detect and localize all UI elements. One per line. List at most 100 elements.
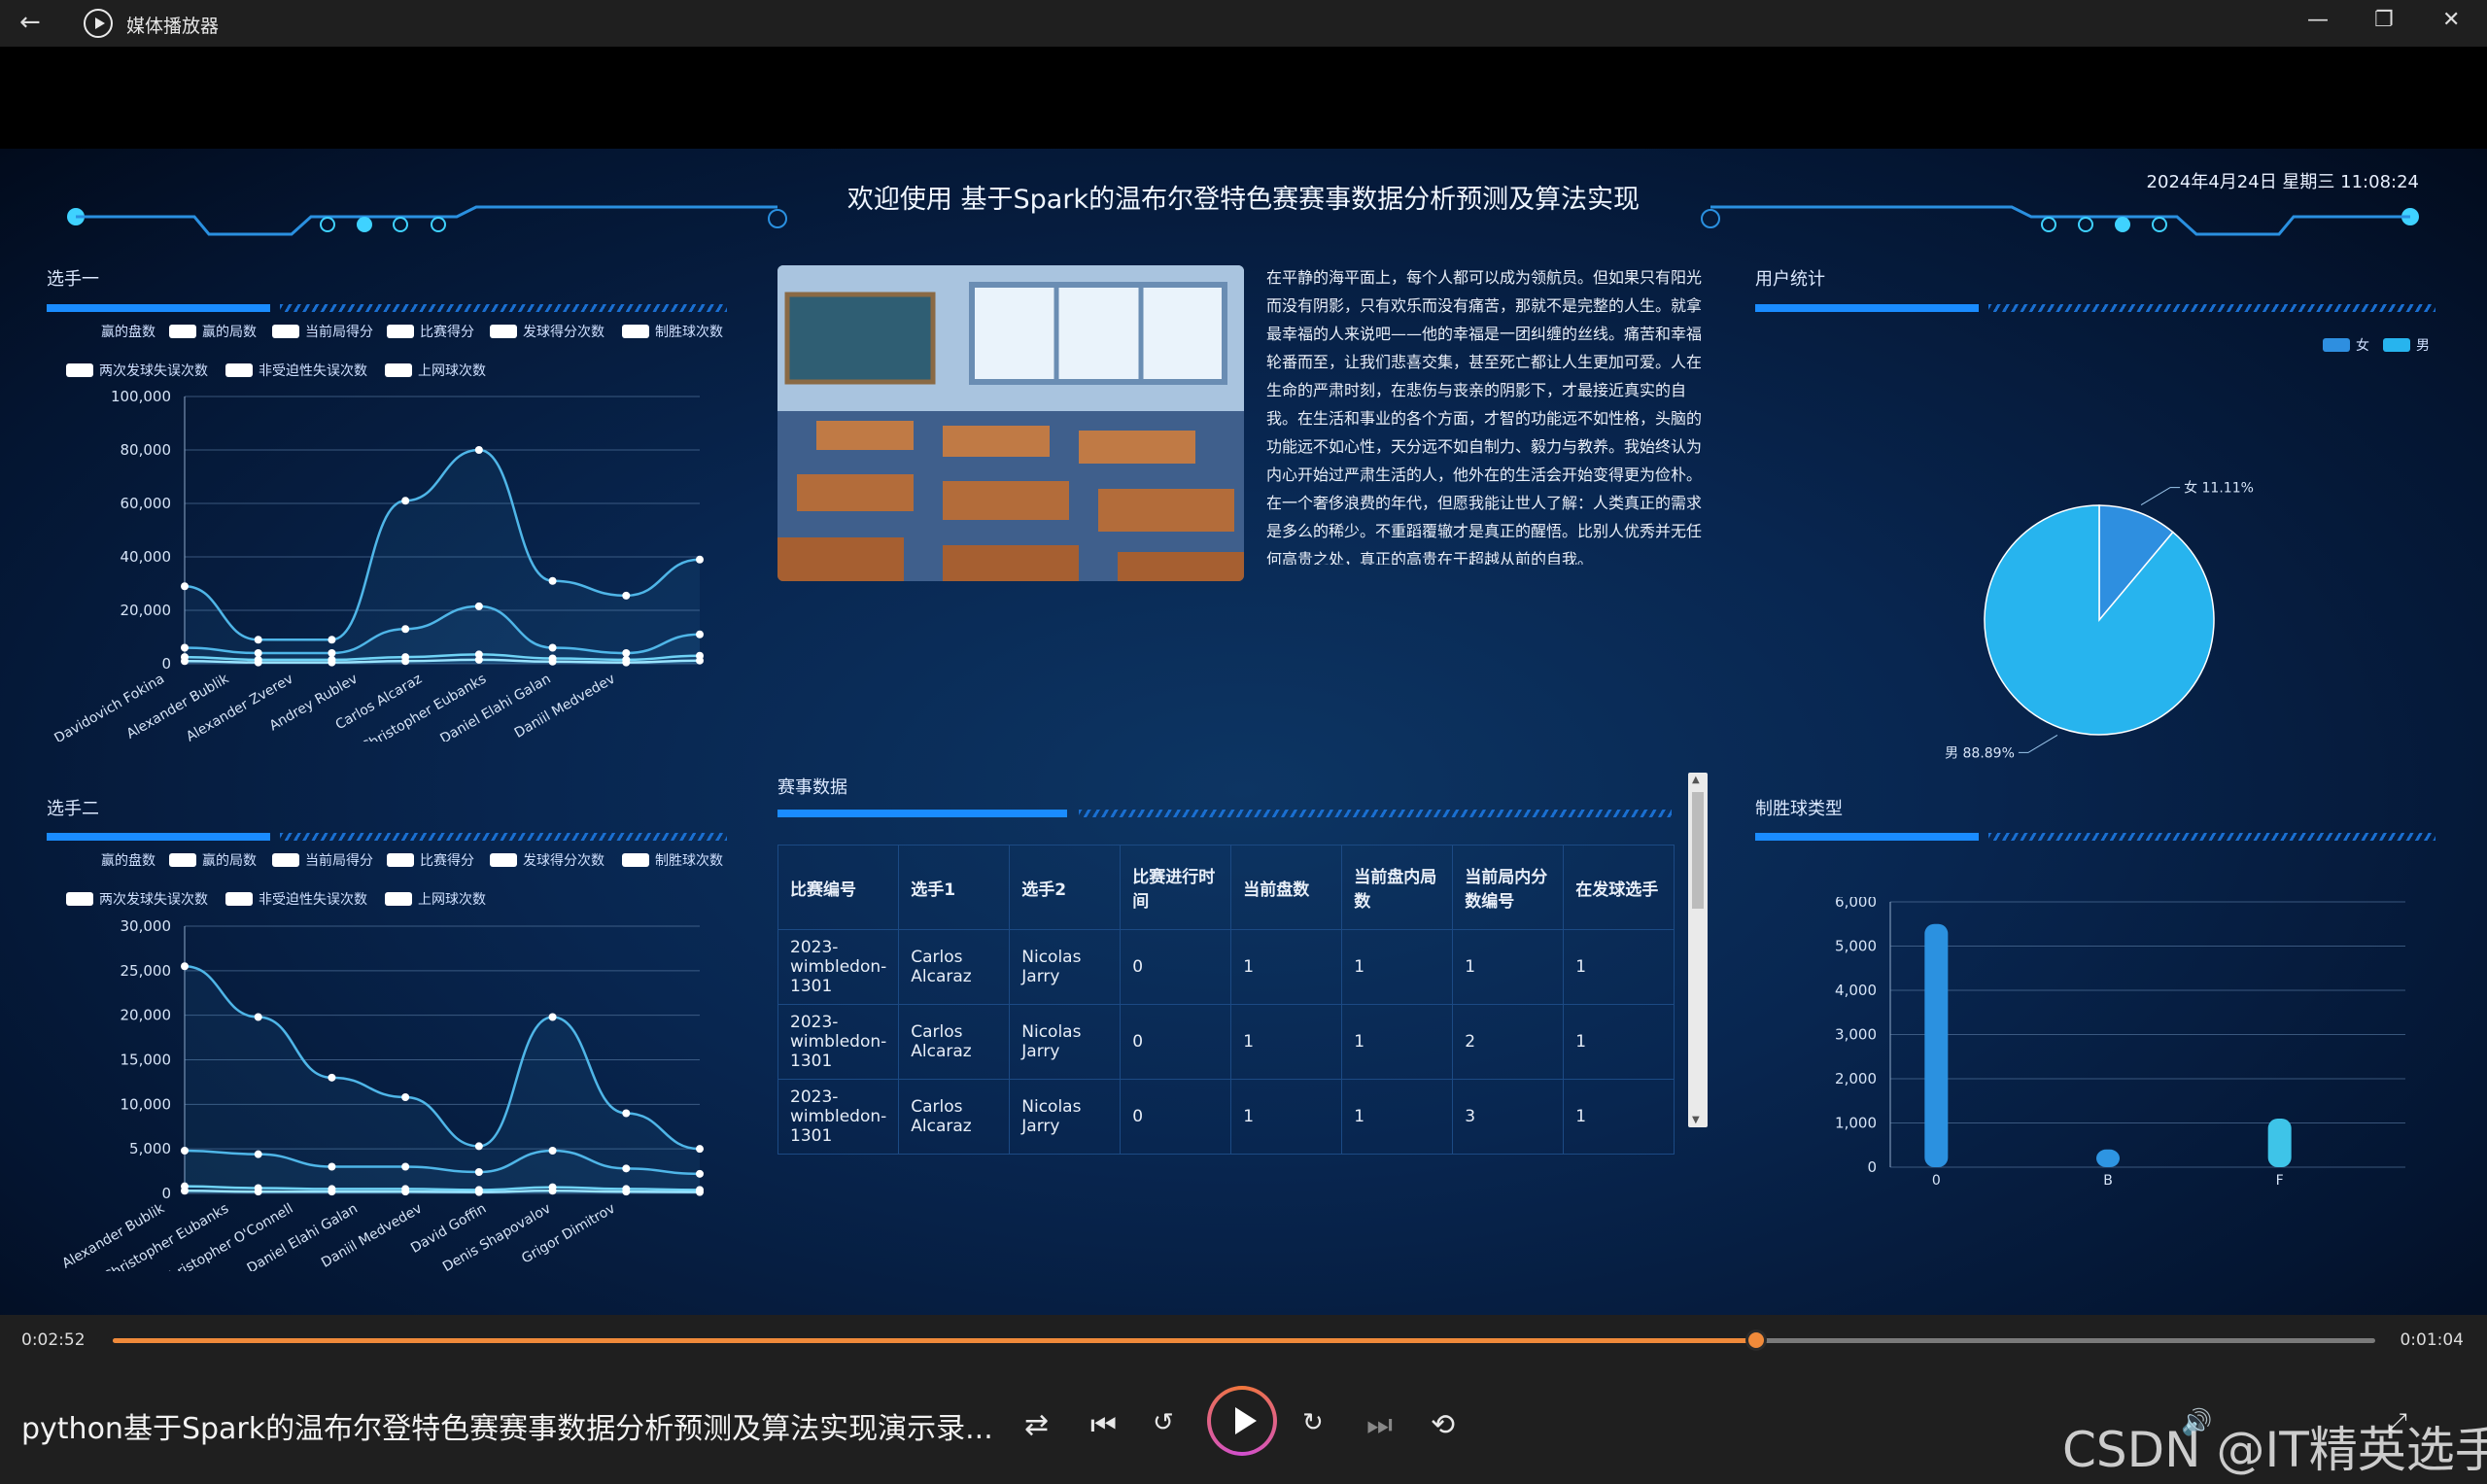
y-tick-label: 25,000	[121, 962, 172, 980]
table-cell: Nicolas Jarry	[1009, 929, 1122, 1005]
table-header-cell[interactable]: 选手1	[898, 845, 1011, 930]
previous-icon[interactable]: ⏮	[1090, 1408, 1117, 1442]
table-cell: 1	[1341, 1004, 1454, 1080]
table-row[interactable]: 2023-wimbledon-1301 Carlos Alcaraz Nicol…	[777, 1004, 1675, 1080]
table-cell: 1	[1563, 1004, 1675, 1080]
legend-item[interactable]: 赢的局数	[169, 850, 257, 870]
legend-item[interactable]: 发球得分次数	[490, 850, 604, 870]
x-tick-label: Alexander Bublik	[59, 1200, 167, 1271]
table-cell: 2	[1452, 1004, 1565, 1080]
play-icon	[1211, 1390, 1273, 1452]
table-row[interactable]: 2023-wimbledon-1301 Carlos Alcaraz Nicol…	[777, 1079, 1675, 1155]
legend-item[interactable]: 比赛得分	[387, 850, 474, 870]
section-match-data-label: 赛事数据	[777, 777, 847, 798]
table-cell: 1	[1341, 929, 1454, 1005]
table-scrollbar[interactable]: ▲ ▼	[1688, 773, 1708, 1127]
table-header-cell[interactable]: 当前盘数	[1230, 845, 1343, 930]
data-point	[696, 1188, 704, 1196]
y-tick-label: 5,000	[1835, 938, 1877, 955]
data-point	[328, 636, 336, 644]
data-point	[181, 582, 189, 591]
data-point	[328, 1162, 336, 1171]
y-tick-label: 0	[161, 655, 171, 673]
y-tick-label: 0	[161, 1185, 171, 1202]
restore-icon[interactable]: ❐	[2374, 8, 2394, 32]
player2-line-chart-svg: 0 5,000 10,000 15,000 20,000 25,000 30,000 Alex…	[59, 917, 704, 1271]
data-point	[328, 1188, 336, 1196]
shuffle-icon[interactable]: ⇄	[1024, 1408, 1049, 1442]
data-point	[548, 643, 557, 652]
pie-slice	[1984, 504, 2215, 736]
pie-label: 女 11.11%	[2184, 480, 2254, 497]
legend-item[interactable]: 赢的盘数	[101, 850, 155, 870]
y-tick-label: 4,000	[1835, 982, 1877, 999]
data-point	[181, 657, 189, 666]
dashboard-title: 欢迎使用 基于Spark的温布尔登特色赛赛事数据分析预测及算法实现	[846, 185, 1641, 215]
table-header-cell[interactable]: 当前局内分数编号	[1452, 845, 1565, 930]
legend-item[interactable]: 比赛得分	[387, 322, 474, 341]
data-point	[474, 602, 483, 610]
video-frame[interactable]: 欢迎使用 基于Spark的温布尔登特色赛赛事数据分析预测及算法实现 2024年4…	[0, 149, 2487, 1315]
table-header-cell[interactable]: 比赛编号	[777, 845, 900, 930]
legend-item[interactable]: 制胜球次数	[622, 850, 723, 870]
data-point	[696, 1169, 704, 1178]
dashboard-datetime: 2024年4月24日 星期三 11:08:24	[2146, 172, 2419, 192]
pie-legend: 女 男	[2323, 335, 2439, 359]
seek-progress	[113, 1338, 1757, 1343]
table-header-cell[interactable]: 当前盘内局数	[1341, 845, 1454, 930]
legend-item-male[interactable]: 男	[2383, 335, 2430, 355]
y-tick-label: 30,000	[121, 917, 172, 935]
data-point	[254, 636, 262, 644]
legend-item[interactable]: 当前局得分	[272, 850, 373, 870]
table-cell: 2023-wimbledon-1301	[777, 1079, 900, 1155]
data-point	[328, 649, 336, 657]
data-point	[181, 643, 189, 652]
table-row[interactable]: 2023-wimbledon-1301 Carlos Alcaraz Nicol…	[777, 929, 1675, 1005]
csdn-watermark: CSDN @IT精英选手	[2062, 1422, 2487, 1478]
y-tick-label: 0	[1867, 1158, 1877, 1176]
media-title: python基于Spark的温布尔登特色赛赛事数据分析预测及算法实现演示录...	[21, 1412, 993, 1446]
close-icon[interactable]: ✕	[2442, 8, 2460, 32]
player2-legend: 赢的盘数 赢的局数 当前局得分 比赛得分 发球得分次数 制胜球次数 两次发球失误…	[66, 850, 746, 909]
x-tick-label: B	[2103, 1173, 2113, 1189]
table-header-cell[interactable]: 比赛进行时间	[1120, 845, 1232, 930]
table-cell: 2023-wimbledon-1301	[777, 929, 900, 1005]
repeat-off-icon[interactable]: ⟲	[1431, 1408, 1455, 1442]
section-player2-label: 选手二	[47, 799, 99, 819]
next-icon[interactable]: ⏭	[1366, 1408, 1393, 1442]
skip-back-icon[interactable]: ↺	[1153, 1408, 1174, 1437]
table-header-row: 比赛编号 选手1 选手2 比赛进行时间 当前盘数 当前盘内局数 当前局内分数编号…	[777, 845, 1675, 930]
data-point	[696, 630, 704, 638]
play-button[interactable]	[1207, 1386, 1277, 1456]
data-point	[254, 1188, 262, 1196]
table-header-cell[interactable]: 在发球选手	[1563, 845, 1675, 930]
skip-forward-icon[interactable]: ↻	[1302, 1408, 1324, 1437]
data-point	[548, 657, 557, 666]
data-point	[622, 1164, 631, 1173]
scroll-down-icon[interactable]: ▼	[1692, 1115, 1700, 1125]
legend-item[interactable]: 赢的盘数	[101, 322, 155, 341]
legend-item-female[interactable]: 女	[2323, 335, 2369, 355]
y-tick-label: 60,000	[121, 495, 172, 512]
back-icon[interactable]: ←	[19, 8, 41, 37]
scrollbar-thumb[interactable]	[1692, 792, 1704, 909]
legend-item[interactable]: 制胜球次数	[622, 322, 723, 341]
legend-item[interactable]: 当前局得分	[272, 322, 373, 341]
section-win-type-bar	[1755, 833, 2437, 841]
x-tick-label: 0	[1932, 1173, 1941, 1189]
table-header-cell[interactable]: 选手2	[1009, 845, 1122, 930]
seek-bar[interactable]	[113, 1329, 2375, 1351]
data-point	[474, 655, 483, 664]
minimize-icon[interactable]: —	[2307, 8, 2329, 32]
data-point	[181, 962, 189, 971]
scroll-up-icon[interactable]: ▲	[1692, 775, 1700, 785]
data-point	[622, 591, 631, 600]
bar	[2096, 1149, 2120, 1167]
seek-knob[interactable]	[1745, 1329, 1768, 1351]
legend-item[interactable]: 发球得分次数	[490, 322, 604, 341]
classroom-illustration	[777, 265, 1244, 581]
data-point	[181, 1187, 189, 1195]
y-tick-label: 3,000	[1835, 1026, 1877, 1044]
legend-item[interactable]: 赢的局数	[169, 322, 257, 341]
data-point	[401, 657, 410, 666]
